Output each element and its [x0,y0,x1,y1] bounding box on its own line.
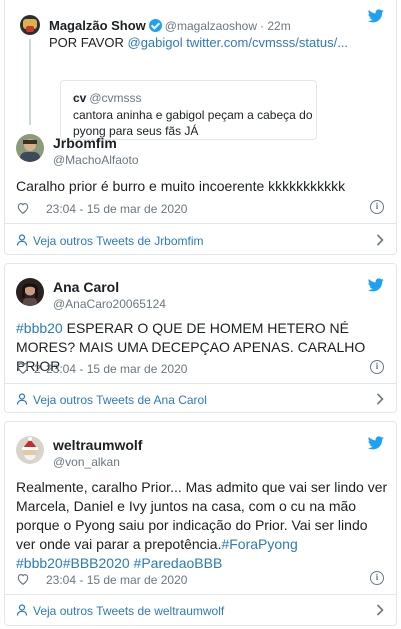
thread-line [29,39,31,125]
tweet-timestamp[interactable]: 23:04 - 15 de mar de 2020 [46,573,187,587]
avatar[interactable] [20,15,40,35]
divider [5,223,396,224]
author-name[interactable]: weltraumwolf [53,437,142,453]
heart-icon[interactable] [16,201,30,215]
quoted-tweet[interactable]: cv @cvmsss cantora aninha e gabigol peçam… [60,80,317,140]
quote-author: cv @cvmsss [73,91,142,105]
more-tweets-link[interactable]: Veja outros Tweets de Jrbomfim [16,231,386,251]
tweet-timestamp[interactable]: 23:04 - 15 de mar de 2020 [46,202,187,216]
tweet-header[interactable]: Jrbomfim @MachoAlfaoto [16,134,346,170]
context-text-prefix: POR FAVOR [49,35,128,50]
more-tweets-label: Veja outros Tweets de weltraumwolf [33,604,225,618]
person-icon [16,393,28,405]
info-icon[interactable]: i [370,360,384,374]
tweet-card: Magalzão Show @magalzaoshow · 22m POR FAVO… [4,0,397,255]
tweet-timestamp[interactable]: 23:04 - 15 de mar de 2020 [46,362,187,376]
info-icon[interactable]: i [370,571,384,585]
tweet-text: Caralho prior é burro e muito incoerente… [16,178,346,194]
context-link[interactable]: @gabigol twitter.com/cvmsss/status/... [128,35,349,50]
tweet-header[interactable]: Ana Carol @AnaCaro20065124 [16,278,346,314]
tweet-meta: 23:04 - 15 de mar de 2020 i [16,200,386,218]
more-tweets-link[interactable]: Veja outros Tweets de Ana Carol [16,390,386,410]
context-author-handle: @magalzaoshow [164,19,258,33]
tweet-card: Ana Carol @AnaCaro20065124 #bbb20 ESPERA… [4,263,397,413]
author-handle[interactable]: @AnaCaro20065124 [53,297,166,311]
more-tweets-label: Veja outros Tweets de Ana Carol [33,393,207,407]
context-text: POR FAVOR @gabigol twitter.com/cvmsss/st… [49,35,348,50]
reply-context[interactable]: Magalzão Show @magalzaoshow · 22m POR FAVO… [20,15,380,140]
twitter-bird-icon[interactable] [368,436,384,450]
tweet-card: weltraumwolf @von_alkan Realmente, caral… [4,421,397,626]
more-tweets-label: Veja outros Tweets de Jrbomfim [33,234,204,248]
heart-icon[interactable] [16,361,30,375]
tweet-meta: 23:04 - 15 de mar de 2020 i [16,571,386,589]
info-icon[interactable]: i [370,200,384,214]
author-name[interactable]: Jrbomfim [53,135,117,151]
chevron-right-icon [376,234,384,246]
context-author[interactable]: Magalzão Show @magalzaoshow · 22m [49,17,291,33]
person-icon [16,234,28,246]
twitter-bird-icon[interactable] [368,278,384,292]
context-author-name: Magalzão Show [49,18,146,33]
chevron-right-icon [376,604,384,616]
quote-author-name: cv [73,91,87,105]
avatar[interactable] [16,436,44,464]
like-count: 2 [34,362,41,376]
divider [5,383,396,384]
more-tweets-link[interactable]: Veja outros Tweets de weltraumwolf [16,601,386,621]
divider [5,594,396,595]
verified-badge-icon [148,19,162,32]
quote-author-handle: @cvmsss [89,91,142,105]
author-handle[interactable]: @von_alkan [53,455,120,469]
hashtag-link[interactable]: #bbb20 [16,320,63,336]
chevron-right-icon [376,393,384,405]
avatar[interactable] [16,134,44,162]
tweet-header[interactable]: weltraumwolf @von_alkan [16,436,346,472]
tweet-text: Realmente, caralho Prior... Mas admito q… [16,478,388,573]
avatar[interactable] [16,278,44,306]
author-name[interactable]: Ana Carol [53,279,119,295]
author-handle[interactable]: @MachoAlfaoto [53,153,139,167]
context-time[interactable]: · 22m [260,19,291,33]
tweet-meta: 2 23:04 - 15 de mar de 2020 i [16,360,386,378]
person-icon [16,604,28,616]
tweet-text-body: Realmente, caralho Prior... Mas admito q… [16,479,388,552]
heart-icon[interactable] [16,572,30,586]
